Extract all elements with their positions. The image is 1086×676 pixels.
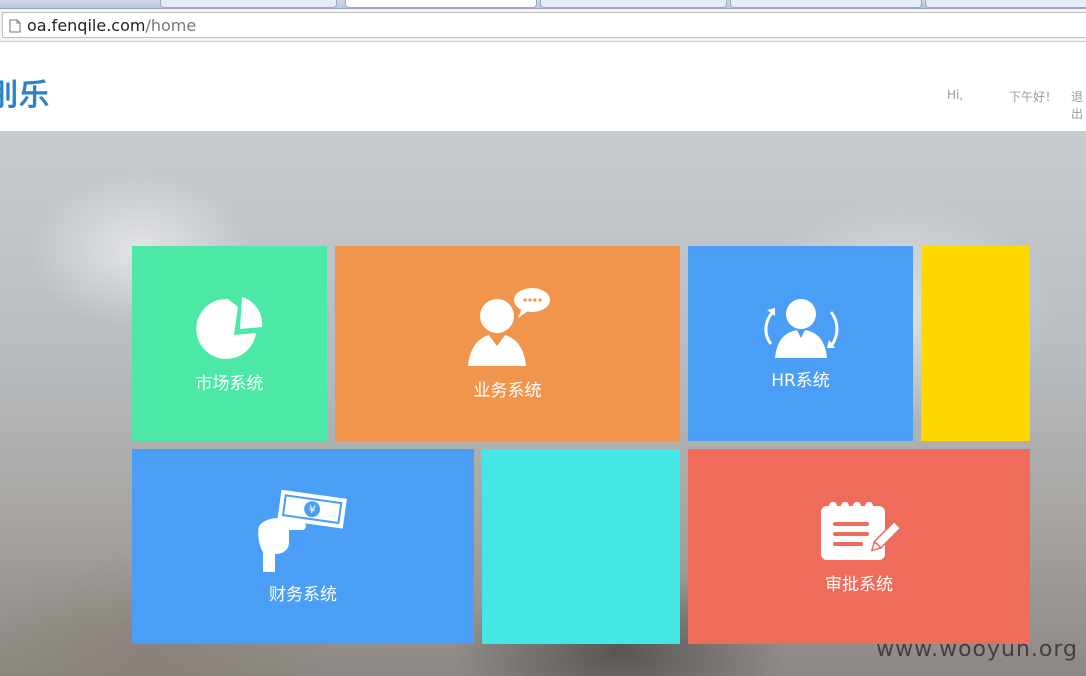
hand-money-icon: ¥ (255, 488, 351, 576)
tile-market-system[interactable]: 市场系统 (132, 246, 327, 441)
browser-tab[interactable] (730, 0, 922, 8)
tile-hr-system[interactable]: HR系统 (688, 246, 913, 441)
tile-label: 市场系统 (195, 374, 264, 394)
page-icon (9, 18, 21, 33)
site-logo[interactable]: 刖乐 (0, 70, 50, 114)
hero-background: 市场系统 业务系统 HR系统 ¥ 财务系统 审批系统 www.wooyun.or… (0, 131, 1086, 676)
tile-label: HR系统 (771, 371, 830, 391)
tile-business-system[interactable]: 业务系统 (335, 246, 680, 441)
tile-cyan[interactable] (482, 449, 680, 644)
browser-address-bar: oa.fenqile.com/home (0, 9, 1086, 42)
tile-label: 业务系统 (473, 381, 542, 401)
greeting-hi: Hi, (947, 88, 964, 102)
person-rotate-icon (759, 296, 843, 362)
browser-tab[interactable] (160, 0, 337, 8)
url-text: oa.fenqile.com/home (27, 15, 197, 35)
browser-tab[interactable] (540, 0, 727, 8)
browser-tab-strip (0, 0, 1086, 9)
url-field[interactable]: oa.fenqile.com/home (2, 12, 1086, 38)
site-header: 刖乐 Hi, 下午好！ 退出 (0, 42, 1086, 131)
tile-finance-system[interactable]: ¥ 财务系统 (132, 449, 474, 644)
pie-chart-icon (194, 293, 266, 365)
notepad-pen-icon (817, 498, 902, 566)
watermark-text: www.wooyun.org (876, 637, 1078, 662)
person-chat-icon (462, 286, 554, 372)
tile-label: 审批系统 (825, 575, 893, 595)
tile-approval-system[interactable]: 审批系统 (688, 449, 1030, 644)
browser-tab[interactable] (925, 0, 1086, 8)
tile-label: 财务系统 (269, 585, 337, 605)
logout-link[interactable]: 退出 (1071, 88, 1086, 122)
tile-yellow[interactable] (921, 246, 1030, 441)
browser-tab-active[interactable] (345, 0, 537, 8)
greeting-time: 下午好！ (1009, 90, 1058, 104)
